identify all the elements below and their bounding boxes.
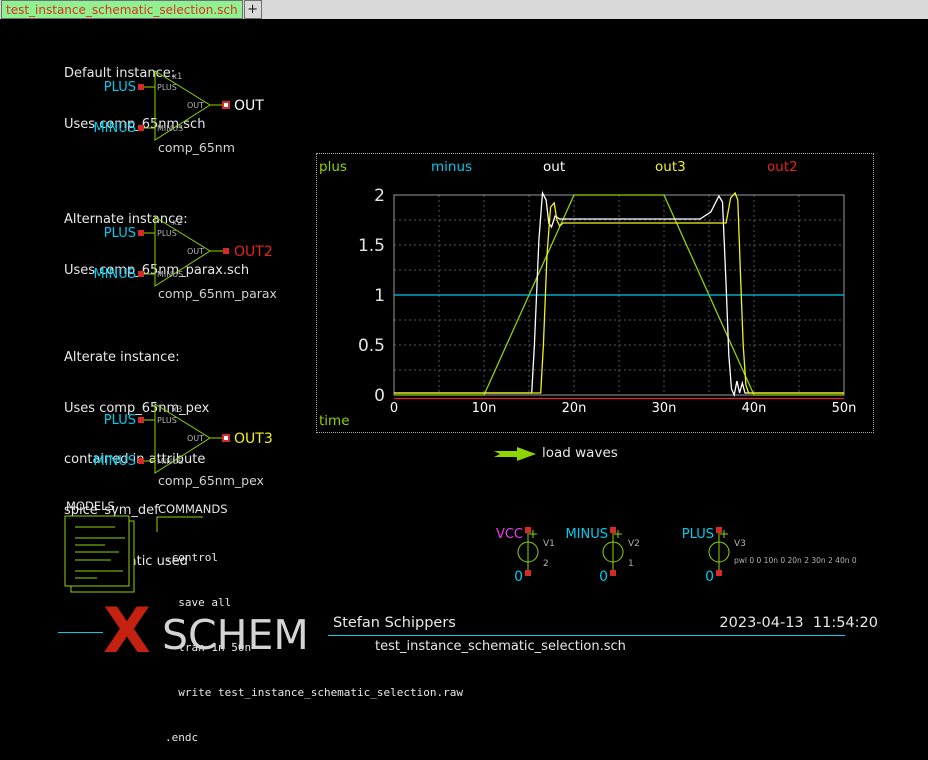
legend-plus: plus — [319, 159, 347, 175]
net-label-minus: MINUS — [565, 527, 608, 542]
net-label-out: OUT3 — [234, 431, 273, 447]
net-label-out: OUT — [234, 98, 264, 114]
pin-label-plus: PLUS — [157, 83, 177, 92]
pin-label-out: OUT — [187, 101, 204, 110]
pin-square-bottom — [525, 570, 531, 576]
net-label-plus: PLUS — [104, 226, 136, 241]
legend-out: out — [543, 159, 565, 175]
source-value: pwl 0 0 10n 0 20n 2 30n 2 40n 0 — [734, 556, 857, 565]
pin-square-out — [223, 102, 229, 108]
x-tick-label: 50n — [832, 401, 857, 416]
pin-square-top — [716, 527, 722, 533]
models-label: MODELS — [66, 499, 115, 513]
net-label-vcc: VCC — [496, 527, 523, 542]
pin-label-minus: MINUS — [157, 270, 183, 279]
pin-square-minus — [138, 125, 144, 131]
symbol-name: comp_65nm_pex — [158, 473, 264, 488]
symbol-name: comp_65nm — [158, 140, 235, 155]
vsource-v3[interactable]: PLUS V3 pwl 0 0 10n 0 20n 2 30n 2 40n 0 … — [686, 525, 906, 587]
source-value: 2 — [543, 559, 549, 569]
y-tick-label: 0.5 — [358, 336, 385, 356]
source-name: V2 — [628, 539, 640, 549]
source-name: V3 — [734, 539, 746, 549]
author-name: Stefan Schippers — [333, 615, 456, 631]
y-tick-label: 0 — [374, 386, 385, 406]
pin-square-bottom — [716, 570, 722, 576]
net-label-gnd: 0 — [599, 569, 608, 585]
pin-square-top — [610, 527, 616, 533]
legend-out3: out3 — [655, 159, 686, 175]
comparator-symbol-x2[interactable]: PLUS MINUS PLUS MINUS OUT x2 OUT2 comp_6… — [100, 201, 340, 301]
pin-label-plus: PLUS — [157, 229, 177, 238]
schematic-filename: test_instance_schematic_selection.sch — [375, 639, 626, 654]
instance-name: x3 — [172, 405, 182, 415]
pin-square-minus — [138, 458, 144, 464]
command-line: save all — [165, 595, 463, 610]
symbol-name: comp_65nm_parax — [158, 286, 277, 301]
x-tick-label: 0 — [390, 401, 398, 416]
x-tick-label: 40n — [742, 401, 767, 416]
x-tick-label: 30n — [652, 401, 677, 416]
source-name: V1 — [543, 539, 555, 549]
launcher-arrow-icon[interactable] — [494, 446, 536, 462]
net-label-plus: PLUS — [682, 527, 714, 542]
models-box[interactable] — [62, 512, 142, 598]
source-value: 1 — [628, 559, 634, 569]
pin-label-minus: MINUS — [157, 124, 183, 133]
comparator-symbol-x3[interactable]: PLUS MINUS PLUS MINUS OUT x3 OUT3 comp_6… — [100, 388, 340, 488]
command-line: write test_instance_schematic_selection.… — [165, 685, 463, 700]
arrow-shape — [494, 447, 536, 461]
pin-label-out: OUT — [187, 434, 204, 443]
pin-square-plus — [138, 417, 144, 423]
net-label-out: OUT2 — [234, 244, 273, 260]
net-label-plus: PLUS — [104, 413, 136, 428]
net-label-minus: MINUS — [93, 267, 136, 282]
pin-square-out — [223, 435, 229, 441]
title-block-line-left — [58, 632, 103, 633]
comparator-symbol-x1[interactable]: PLUS MINUS PLUS MINUS OUT x1 OUT comp_65… — [100, 55, 340, 155]
net-label-minus: MINUS — [93, 121, 136, 136]
pin-square-bottom — [610, 570, 616, 576]
net-label-minus: MINUS — [93, 454, 136, 469]
y-tick-label: 1.5 — [358, 236, 385, 256]
load-waves-launcher[interactable]: load waves — [542, 445, 618, 461]
tab-active-label: test_instance_schematic_selection.sch — [6, 3, 238, 17]
legend-out2: out2 — [767, 159, 798, 175]
heading-line: Alterate instance: — [64, 349, 209, 366]
tab-bar: test_instance_schematic_selection.sch + — [0, 0, 928, 20]
legend-minus: minus — [431, 159, 472, 175]
net-label-gnd: 0 — [705, 569, 714, 585]
tab-active[interactable]: test_instance_schematic_selection.sch — [1, 0, 243, 19]
x-axis-label: time — [319, 413, 350, 429]
x-tick-label: 10n — [472, 401, 497, 416]
series-out3 — [394, 193, 844, 393]
command-line: .control — [165, 550, 463, 565]
title-block-underline — [328, 635, 845, 636]
instance-name: x2 — [172, 218, 182, 228]
pin-label-out: OUT — [187, 247, 204, 256]
xschem-logo-text: SCHEM — [162, 614, 309, 656]
pin-square-plus — [138, 84, 144, 90]
pin-square-minus — [138, 271, 144, 277]
pin-square-top — [525, 527, 531, 533]
waveform-graph[interactable]: plus minus out out3 out2 0 0.5 1 1.5 2 0 10n 20n 30n 4… — [316, 153, 874, 433]
net-label-plus: PLUS — [104, 80, 136, 95]
y-tick-label: 1 — [374, 286, 385, 306]
timestamp: 2023-04-13 11:54:20 — [700, 615, 878, 631]
command-line: .endc — [165, 730, 463, 745]
pin-label-plus: PLUS — [157, 416, 177, 425]
net-label-gnd: 0 — [514, 569, 523, 585]
new-tab-label: + — [247, 2, 258, 17]
pin-square-out — [223, 248, 229, 254]
xschem-logo-x: X — [103, 603, 151, 659]
waveform-plot-svg: plus minus out out3 out2 0 0.5 1 1.5 2 0 10n 20n 30n 4… — [317, 154, 873, 432]
pin-square-plus — [138, 230, 144, 236]
instance-name: x1 — [172, 72, 182, 82]
y-tick-label: 2 — [374, 186, 385, 206]
pin-label-minus: MINUS — [157, 457, 183, 466]
new-tab-button[interactable]: + — [244, 0, 262, 19]
x-tick-label: 20n — [562, 401, 587, 416]
